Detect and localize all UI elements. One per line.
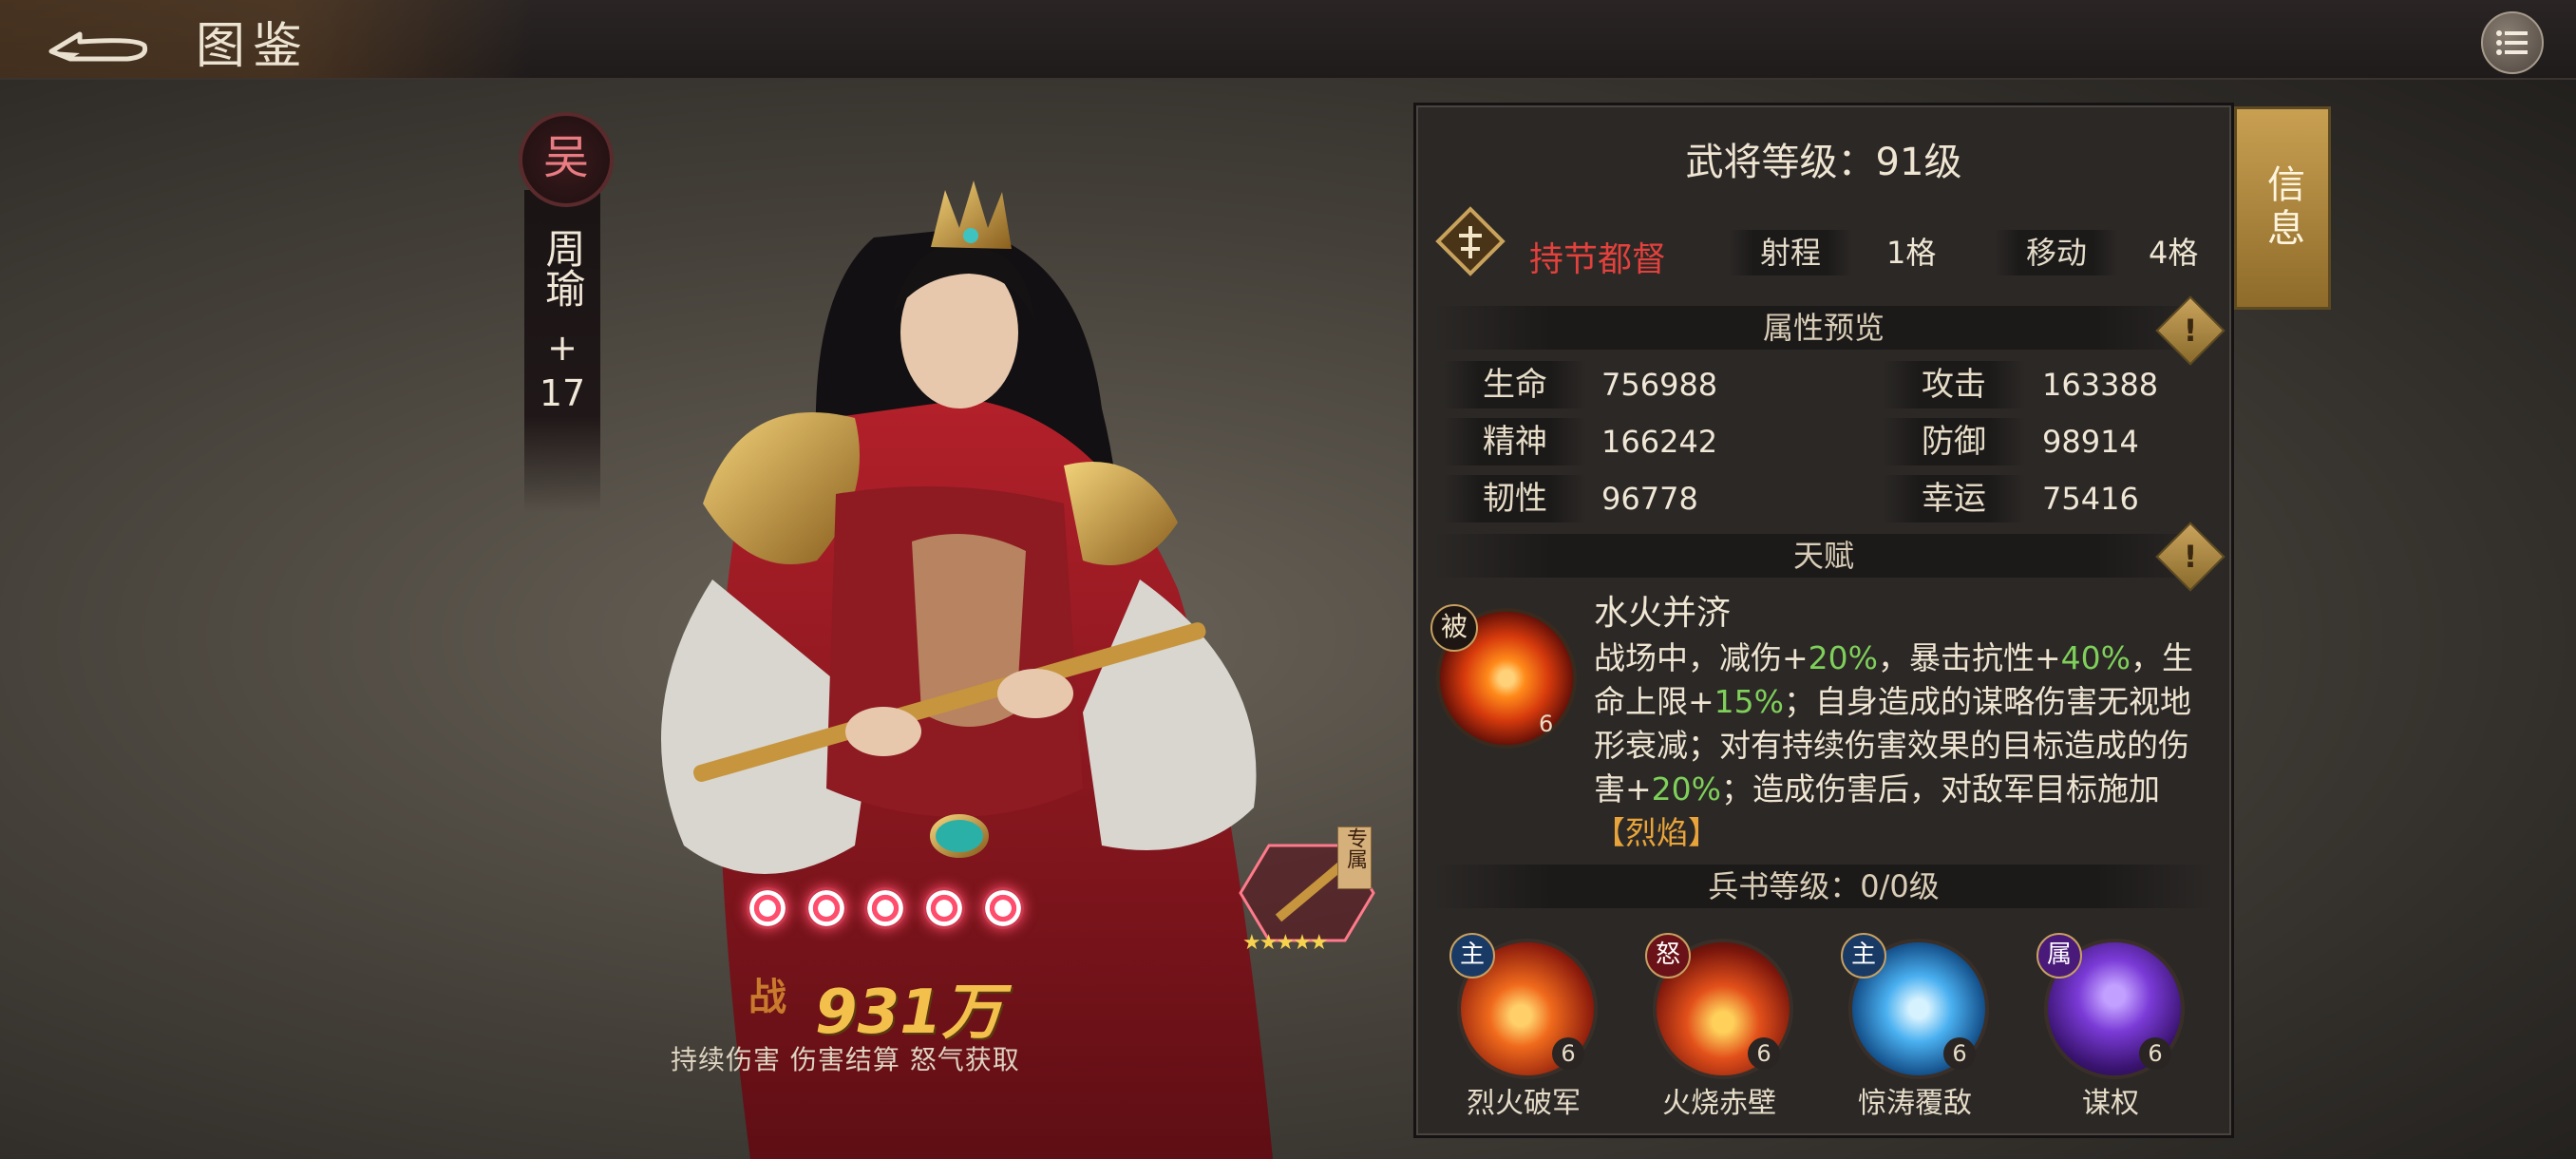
attr-value: 166242 [1601,424,1718,460]
skill-name: 火烧赤壁 [1662,1087,1776,1120]
power-label: 战 [748,976,786,1019]
attr-label: 精神 [1444,418,1586,466]
desc-text: ；造成伤害后，对敌军目标施加 [1721,770,2161,808]
range-label: 射程 [1729,230,1852,276]
talent-name: 水火并济 [1594,594,1732,633]
attr-label: 幸运 [1883,475,2025,522]
skill-slot[interactable]: 主 6 [1449,933,1598,1079]
role-emblem-icon [1435,206,1506,276]
weapon-stars: ★★★★★ [1242,931,1329,955]
attr-value: 96778 [1601,481,1698,517]
skill-type-badge: 主 [1449,933,1495,978]
general-level: 武将等级：91级 [1685,141,1962,184]
attr-label: 攻击 [1883,361,2025,408]
talent-header: 天赋 [1434,534,2213,578]
desc-text: ，暴击抗性+ [1878,639,2061,676]
attr-value: 98914 [2042,424,2139,460]
exclusive-tag: 专属 [1337,826,1372,889]
move-value: 4格 [2149,235,2199,271]
desc-highlight: 15% [1714,683,1785,720]
attr-label: 韧性 [1444,475,1586,522]
range-value: 1格 [1886,235,1937,271]
skill-slot[interactable]: 怒 6 [1645,933,1793,1079]
move-label: 移动 [1995,230,2118,276]
awaken-rings [747,887,1024,929]
attr-preview-header: 属性预览 [1434,306,2213,350]
skill-name: 谋权 [2082,1087,2139,1120]
skill-level: 6 [1748,1037,1780,1070]
skill-type-badge: 怒 [1645,933,1691,978]
attr-label: 生命 [1444,361,1586,408]
back-arrow-icon[interactable] [42,13,156,65]
power-value: 931万 [815,978,1003,1048]
skill-level: 6 [1943,1037,1976,1070]
attr-value: 163388 [2042,367,2159,403]
awaken-ring [923,887,965,929]
awaken-ring [805,887,847,929]
attr-value: 75416 [2042,481,2139,517]
talent-level: 6 [1539,711,1554,737]
help-glyph: ! [2183,313,2198,349]
page-title: 图鉴 [196,18,311,75]
desc-highlight: 20% [1808,639,1879,676]
general-tags: 持续伤害 伤害结算 怒气获取 [671,1044,1020,1075]
desc-highlight: 40% [2060,639,2131,676]
passive-badge: 被 [1430,604,1478,652]
skill-level: 6 [2139,1037,2171,1070]
skill-slot[interactable]: 主 6 [1841,933,1989,1079]
tab-info[interactable]: 信息 [2234,106,2331,310]
attr-label: 防御 [1883,418,2025,466]
attr-value: 756988 [1601,367,1718,403]
help-glyph: ! [2183,539,2198,575]
awaken-ring [747,887,788,929]
skill-name: 惊涛覆敌 [1858,1087,1972,1120]
list-icon [2496,30,2528,55]
list-menu-icon[interactable] [2481,11,2544,74]
desc-highlight: 20% [1651,770,1722,808]
desc-text: 战场中，减伤+ [1594,639,1809,676]
exclusive-tag-text: 专属 [1343,827,1367,869]
role-name: 持节都督 [1529,240,1667,279]
top-bar: 图鉴 [0,0,2576,80]
awaken-ring [864,887,906,929]
skill-type-badge: 属 [2036,933,2082,978]
skill-slot[interactable]: 属 6 [2036,933,2185,1079]
awaken-ring [982,887,1024,929]
skill-name: 烈火破军 [1467,1087,1581,1120]
desc-keyword[interactable]: 【烈焰】 [1594,814,1719,851]
skill-type-badge: 主 [1841,933,1886,978]
book-level-header: 兵书等级：0/0级 [1434,864,2213,908]
talent-description: 战场中，减伤+20%，暴击抗性+40%，生命上限+15%；自身造成的谋略伤害无视… [1594,636,2217,855]
skill-level: 6 [1552,1037,1584,1070]
